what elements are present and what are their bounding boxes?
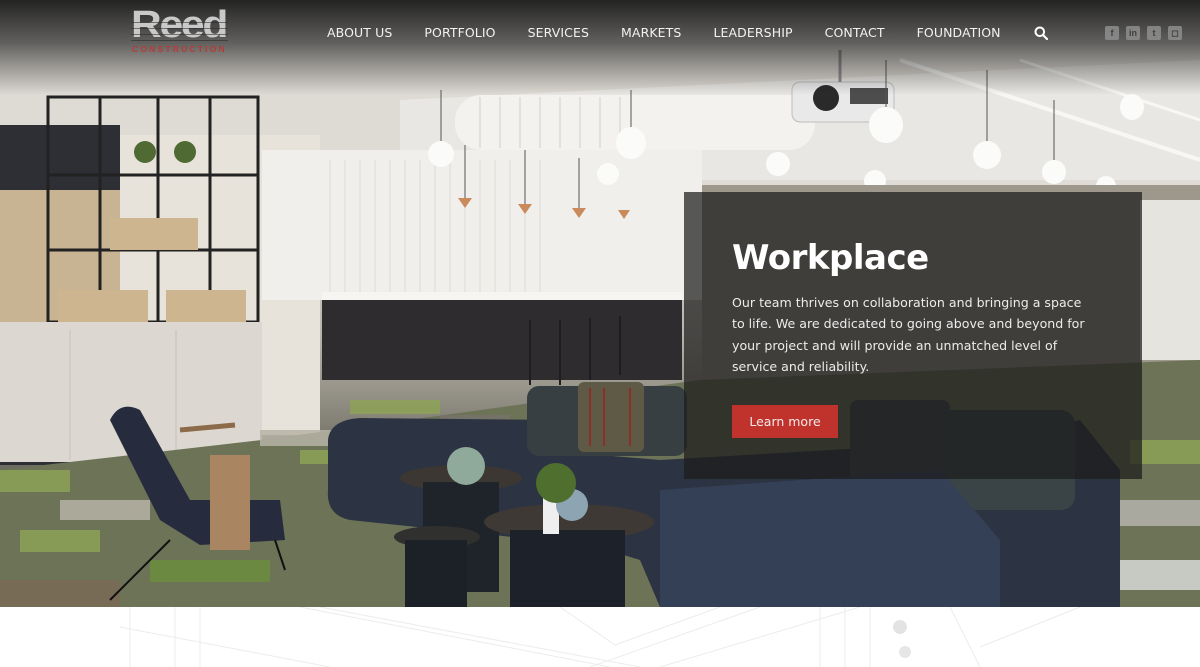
nav-portfolio[interactable]: PORTFOLIO — [424, 25, 495, 40]
nav-foundation[interactable]: FOUNDATION — [917, 25, 1001, 40]
logo-wordmark: Reed — [131, 4, 228, 46]
search-icon[interactable] — [1034, 25, 1048, 41]
site-header: Reed CONSTRUCTION ABOUT US PORTFOLIO SER… — [0, 0, 1200, 64]
social-links: f in t ◻ — [1105, 26, 1182, 40]
nav-contact[interactable]: CONTACT — [825, 25, 885, 40]
reed-construction-logo[interactable]: Reed CONSTRUCTION — [131, 6, 228, 54]
hero-caption-panel: Workplace Our team thrives on collaborat… — [684, 192, 1142, 479]
learn-more-button[interactable]: Learn more — [732, 405, 838, 438]
facebook-icon[interactable]: f — [1105, 26, 1119, 40]
below-hero-section — [0, 607, 1200, 667]
logo-tagline: CONSTRUCTION — [132, 44, 227, 54]
nav-about-us[interactable]: ABOUT US — [327, 25, 392, 40]
hero-section: Workplace Our team thrives on collaborat… — [0, 0, 1200, 607]
hero-title: Workplace — [732, 238, 929, 278]
linkedin-icon[interactable]: in — [1126, 26, 1140, 40]
architectural-sketch-background — [119, 607, 1081, 667]
nav-services[interactable]: SERVICES — [528, 25, 589, 40]
nav-leadership[interactable]: LEADERSHIP — [713, 25, 792, 40]
twitter-icon[interactable]: t — [1147, 26, 1161, 40]
hero-description: Our team thrives on collaboration and br… — [732, 295, 1085, 374]
instagram-icon[interactable]: ◻ — [1168, 26, 1182, 40]
main-nav: ABOUT US PORTFOLIO SERVICES MARKETS LEAD… — [311, 22, 1048, 42]
nav-markets[interactable]: MARKETS — [621, 25, 681, 40]
